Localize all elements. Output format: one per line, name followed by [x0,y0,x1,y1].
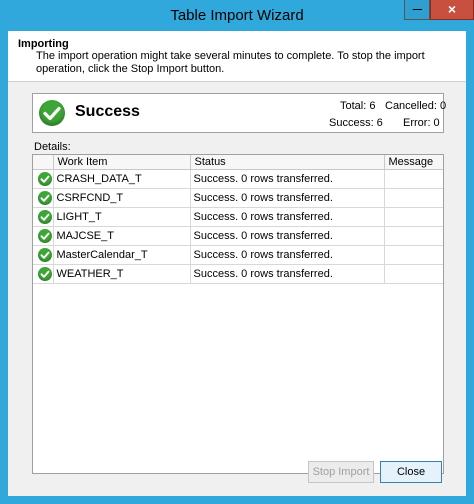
minimize-button[interactable]: _ [404,0,430,20]
cancelled-count: Cancelled: 0 [385,100,447,112]
details-label: Details: [34,141,71,153]
status-label: Success [75,103,140,120]
success-check-icon [39,100,65,126]
close-button[interactable]: Close [380,461,442,483]
message-cell [384,245,443,265]
title-bar[interactable]: Table Import Wizard _ × [0,0,474,30]
message-cell [384,169,443,189]
work-item-cell: CRASH_DATA_T [53,169,191,189]
table-row[interactable]: WEATHER_T Success. 0 rows transferred. [33,264,443,284]
work-item-cell: MAJCSE_T [53,226,191,246]
minimize-icon: _ [413,0,422,11]
close-window-button[interactable]: × [430,0,474,20]
table-row[interactable]: CSRFCND_T Success. 0 rows transferred. [33,188,443,208]
window-title: Table Import Wizard [170,7,304,24]
grid-header-row: Work Item Status Message [33,155,443,170]
stop-import-button[interactable]: Stop Import [308,461,374,483]
work-item-cell: WEATHER_T [53,264,191,284]
status-cell: Success. 0 rows transferred. [190,226,385,246]
wizard-header: Importing The import operation might tak… [8,31,466,82]
success-count: Success: 6 [329,117,383,129]
success-check-icon [38,229,52,243]
column-header-message[interactable]: Message [384,155,443,170]
table-row[interactable]: CRASH_DATA_T Success. 0 rows transferred… [33,169,443,189]
work-item-cell: LIGHT_T [53,207,191,227]
header-title: Importing [18,38,69,50]
table-row[interactable]: MasterCalendar_T Success. 0 rows transfe… [33,245,443,265]
success-check-icon [38,172,52,186]
success-check-icon [38,210,52,224]
column-header-work-item[interactable]: Work Item [53,155,191,170]
message-cell [384,207,443,227]
status-cell: Success. 0 rows transferred. [190,264,385,284]
work-item-cell: CSRFCND_T [53,188,191,208]
column-header-status[interactable]: Status [190,155,385,170]
total-count: Total: 6 [340,100,376,112]
success-check-icon [38,248,52,262]
wizard-window: Table Import Wizard _ × Importing The im… [0,0,474,504]
message-cell [384,226,443,246]
error-count: Error: 0 [403,117,440,129]
header-description: The import operation might take several … [36,50,425,75]
work-item-cell: MasterCalendar_T [53,245,191,265]
details-grid[interactable]: Work Item Status Message CRASH_DATA_T Su… [32,154,444,474]
status-cell: Success. 0 rows transferred. [190,207,385,227]
success-check-icon [38,267,52,281]
success-check-icon [38,191,52,205]
icon-column-header[interactable] [33,155,54,170]
status-cell: Success. 0 rows transferred. [190,169,385,189]
status-cell: Success. 0 rows transferred. [190,188,385,208]
close-icon: × [447,1,457,17]
wizard-body: Importing The import operation might tak… [8,31,466,496]
summary-panel: Success Total: 6 Cancelled: 0 Success: 6… [32,93,447,133]
message-cell [384,188,443,208]
status-cell: Success. 0 rows transferred. [190,245,385,265]
table-row[interactable]: LIGHT_T Success. 0 rows transferred. [33,207,443,227]
table-row[interactable]: MAJCSE_T Success. 0 rows transferred. [33,226,443,246]
message-cell [384,264,443,284]
